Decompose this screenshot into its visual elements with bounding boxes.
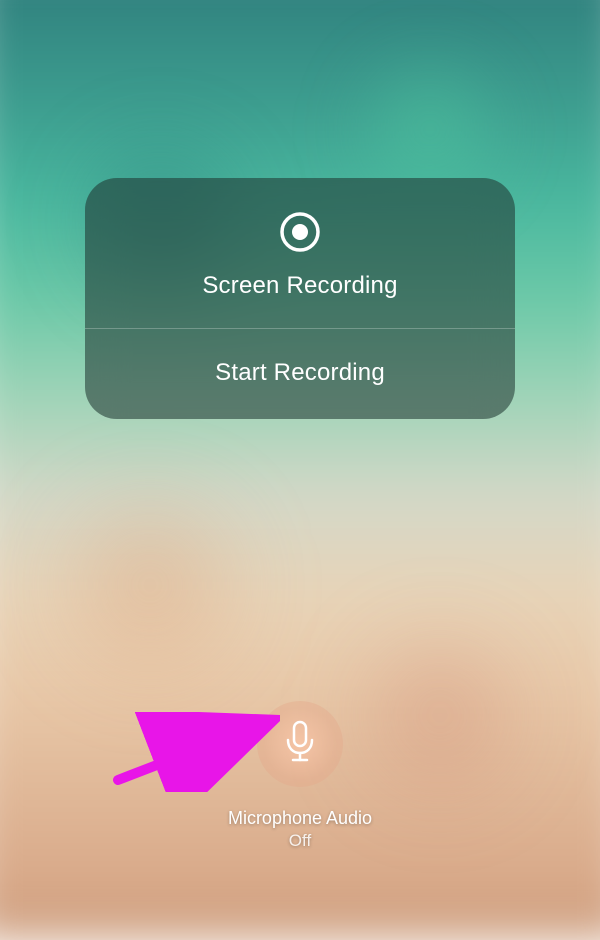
microphone-toggle-button[interactable] [257, 701, 343, 787]
microphone-icon [280, 718, 320, 771]
microphone-label: Microphone Audio [228, 808, 372, 829]
start-recording-button[interactable]: Start Recording [85, 329, 515, 419]
screen-recording-card: Screen Recording Start Recording [85, 178, 515, 419]
microphone-label-group: Microphone Audio Off [228, 808, 372, 851]
card-header: Screen Recording [85, 178, 515, 329]
card-title: Screen Recording [202, 272, 397, 300]
record-icon [278, 210, 322, 254]
microphone-status: Off [228, 831, 372, 851]
